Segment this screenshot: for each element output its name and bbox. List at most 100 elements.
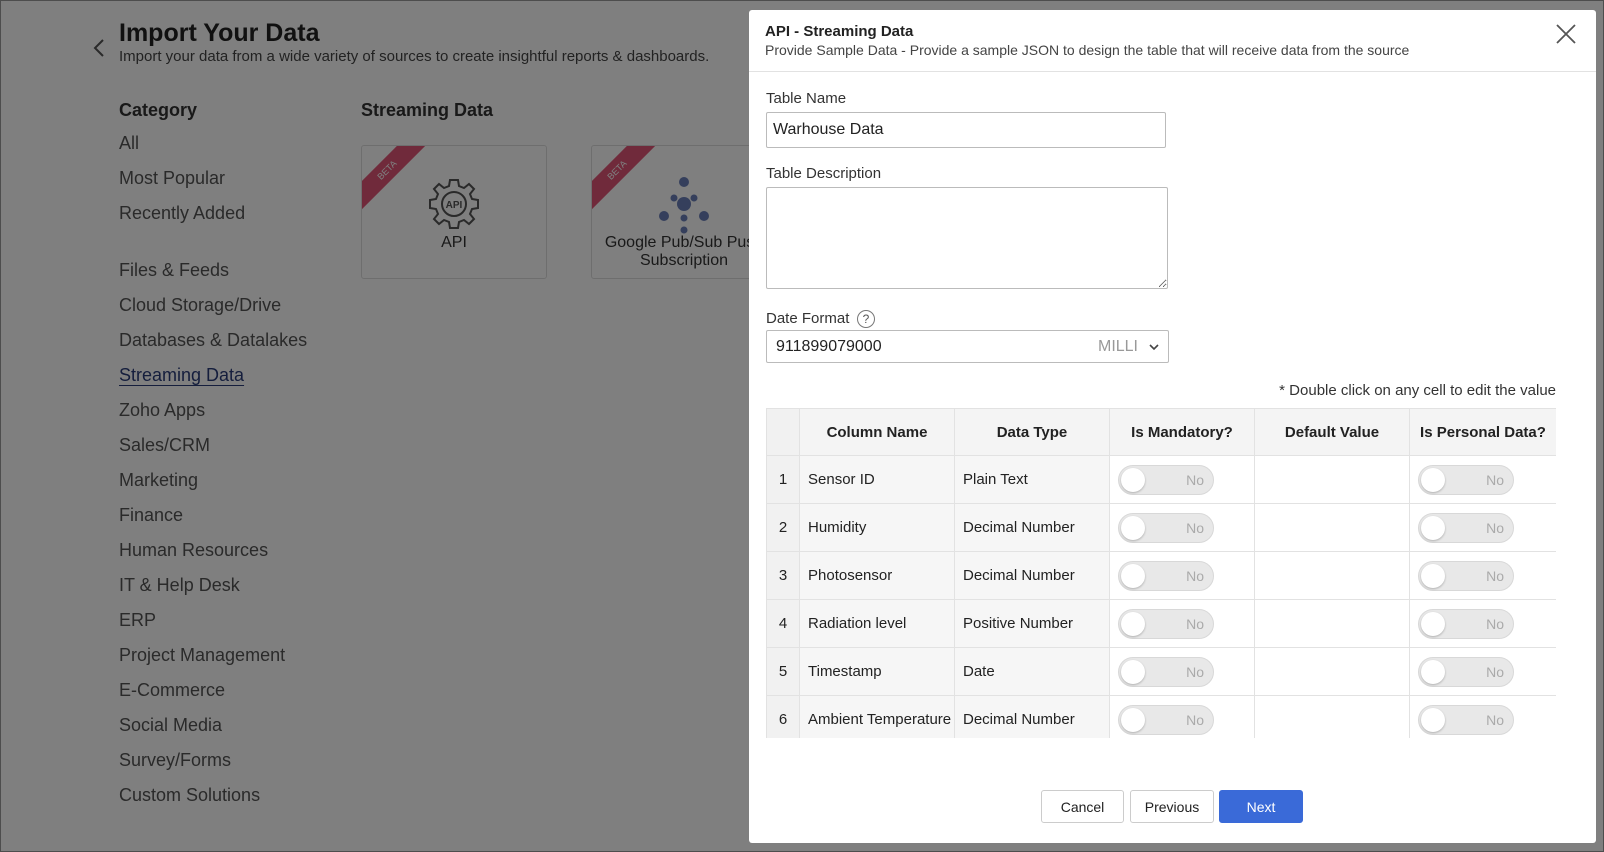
toggle-label: No bbox=[1486, 519, 1504, 536]
default-value-cell[interactable] bbox=[1254, 551, 1410, 600]
toggle-label: No bbox=[1186, 567, 1204, 584]
personal-data-cell: No bbox=[1409, 695, 1556, 738]
data-type-cell[interactable]: Plain Text bbox=[954, 455, 1110, 504]
is-mandatory-header: Is Mandatory? bbox=[1109, 408, 1255, 456]
column-name-cell[interactable]: Ambient Temperature bbox=[799, 695, 955, 738]
streaming-data-modal: API - Streaming Data Provide Sample Data… bbox=[749, 10, 1596, 843]
toggle-knob bbox=[1121, 659, 1145, 684]
next-button[interactable]: Next bbox=[1219, 790, 1303, 823]
mandatory-cell: No bbox=[1109, 695, 1255, 738]
is-personal-data-header: Is Personal Data? bbox=[1409, 408, 1556, 456]
table-row: 5 Timestamp Date No No bbox=[766, 647, 1556, 696]
modal-title: API - Streaming Data bbox=[765, 23, 914, 40]
personal-data-toggle[interactable]: No bbox=[1418, 704, 1514, 735]
mandatory-cell: No bbox=[1109, 599, 1255, 648]
columns-table-container[interactable]: Column Name Data Type Is Mandatory? Defa… bbox=[766, 408, 1556, 738]
personal-data-cell: No bbox=[1409, 503, 1556, 552]
toggle-label: No bbox=[1186, 711, 1204, 728]
toggle-label: No bbox=[1186, 519, 1204, 536]
close-icon[interactable] bbox=[1554, 22, 1578, 46]
toggle-label: No bbox=[1186, 471, 1204, 488]
personal-data-toggle[interactable]: No bbox=[1418, 464, 1514, 495]
columns-table: Column Name Data Type Is Mandatory? Defa… bbox=[766, 408, 1556, 738]
table-row: 2 Humidity Decimal Number No No bbox=[766, 503, 1556, 552]
toggle-knob bbox=[1421, 563, 1445, 588]
toggle-knob bbox=[1421, 659, 1445, 684]
mandatory-toggle[interactable]: No bbox=[1118, 560, 1214, 591]
default-value-cell[interactable] bbox=[1254, 503, 1410, 552]
previous-button[interactable]: Previous bbox=[1130, 790, 1214, 823]
mandatory-toggle[interactable]: No bbox=[1118, 608, 1214, 639]
help-icon[interactable]: ? bbox=[857, 310, 875, 328]
row-number: 3 bbox=[766, 551, 800, 600]
data-type-cell[interactable]: Date bbox=[954, 647, 1110, 696]
date-format-select[interactable]: 911899079000 MILLI bbox=[766, 330, 1169, 363]
chevron-down-icon bbox=[1149, 344, 1159, 351]
toggle-knob bbox=[1121, 611, 1145, 636]
column-name-cell[interactable]: Humidity bbox=[799, 503, 955, 552]
personal-data-toggle[interactable]: No bbox=[1418, 512, 1514, 543]
row-number: 6 bbox=[766, 695, 800, 738]
column-name-cell[interactable]: Sensor ID bbox=[799, 455, 955, 504]
personal-data-cell: No bbox=[1409, 551, 1556, 600]
row-number: 1 bbox=[766, 455, 800, 504]
row-number: 2 bbox=[766, 503, 800, 552]
table-row: 3 Photosensor Decimal Number No No bbox=[766, 551, 1556, 600]
toggle-knob bbox=[1421, 467, 1445, 492]
date-format-unit: MILLI bbox=[1097, 338, 1138, 355]
mandatory-cell: No bbox=[1109, 455, 1255, 504]
toggle-label: No bbox=[1486, 567, 1504, 584]
column-name-header: Column Name bbox=[799, 408, 955, 456]
table-row: 4 Radiation level Positive Number No No bbox=[766, 599, 1556, 648]
mandatory-toggle[interactable]: No bbox=[1118, 704, 1214, 735]
personal-data-cell: No bbox=[1409, 647, 1556, 696]
toggle-knob bbox=[1421, 515, 1445, 540]
date-format-value: 911899079000 bbox=[776, 338, 882, 355]
toggle-knob bbox=[1421, 611, 1445, 636]
table-description-label: Table Description bbox=[766, 165, 882, 182]
table-row: 1 Sensor ID Plain Text No No bbox=[766, 455, 1556, 504]
toggle-label: No bbox=[1486, 615, 1504, 632]
data-type-cell[interactable]: Decimal Number bbox=[954, 695, 1110, 738]
mandatory-toggle[interactable]: No bbox=[1118, 464, 1214, 495]
table-row: 6 Ambient Temperature Decimal Number No … bbox=[766, 695, 1556, 738]
edit-hint: * Double click on any cell to edit the v… bbox=[1279, 382, 1556, 399]
data-type-cell[interactable]: Decimal Number bbox=[954, 503, 1110, 552]
row-number-header bbox=[766, 408, 800, 456]
modal-header: API - Streaming Data Provide Sample Data… bbox=[749, 10, 1596, 72]
data-type-cell[interactable]: Decimal Number bbox=[954, 551, 1110, 600]
default-value-cell[interactable] bbox=[1254, 647, 1410, 696]
mandatory-cell: No bbox=[1109, 503, 1255, 552]
table-name-label: Table Name bbox=[766, 90, 847, 107]
column-name-cell[interactable]: Timestamp bbox=[799, 647, 955, 696]
toggle-label: No bbox=[1486, 663, 1504, 680]
toggle-knob bbox=[1121, 467, 1145, 492]
toggle-label: No bbox=[1486, 471, 1504, 488]
default-value-header: Default Value bbox=[1254, 408, 1410, 456]
column-name-cell[interactable]: Photosensor bbox=[799, 551, 955, 600]
column-name-cell[interactable]: Radiation level bbox=[799, 599, 955, 648]
personal-data-cell: No bbox=[1409, 455, 1556, 504]
data-type-cell[interactable]: Positive Number bbox=[954, 599, 1110, 648]
mandatory-cell: No bbox=[1109, 551, 1255, 600]
mandatory-toggle[interactable]: No bbox=[1118, 512, 1214, 543]
table-description-input[interactable] bbox=[766, 187, 1168, 289]
personal-data-toggle[interactable]: No bbox=[1418, 608, 1514, 639]
toggle-label: No bbox=[1186, 663, 1204, 680]
toggle-label: No bbox=[1186, 615, 1204, 632]
personal-data-toggle[interactable]: No bbox=[1418, 656, 1514, 687]
row-number: 4 bbox=[766, 599, 800, 648]
personal-data-toggle[interactable]: No bbox=[1418, 560, 1514, 591]
toggle-label: No bbox=[1486, 711, 1504, 728]
mandatory-cell: No bbox=[1109, 647, 1255, 696]
personal-data-cell: No bbox=[1409, 599, 1556, 648]
table-name-input[interactable] bbox=[766, 112, 1166, 148]
default-value-cell[interactable] bbox=[1254, 599, 1410, 648]
default-value-cell[interactable] bbox=[1254, 455, 1410, 504]
row-number: 5 bbox=[766, 647, 800, 696]
toggle-knob bbox=[1121, 515, 1145, 540]
default-value-cell[interactable] bbox=[1254, 695, 1410, 738]
data-type-header: Data Type bbox=[954, 408, 1110, 456]
cancel-button[interactable]: Cancel bbox=[1041, 790, 1124, 823]
mandatory-toggle[interactable]: No bbox=[1118, 656, 1214, 687]
